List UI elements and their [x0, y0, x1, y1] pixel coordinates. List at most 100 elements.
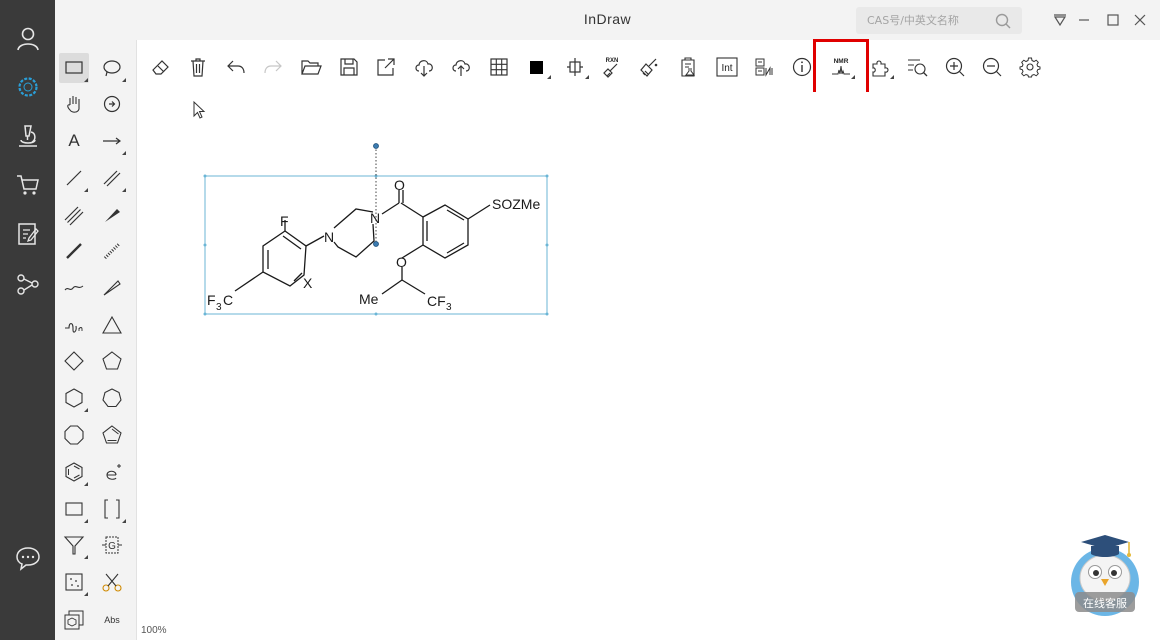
wavy-bond-tool[interactable] [59, 273, 89, 303]
double-bond-icon [103, 170, 121, 187]
zoom-out-button[interactable] [978, 53, 1006, 81]
lasso-select-tool[interactable] [97, 53, 127, 83]
customer-service-button[interactable] [1067, 530, 1143, 616]
hexagon-icon [65, 388, 83, 408]
minimize-icon[interactable] [1075, 11, 1093, 29]
orbital-tool[interactable] [59, 567, 89, 597]
indraw-app: InDraw A [0, 0, 1160, 640]
rxn-label: RXN [606, 58, 619, 64]
cyclopentadiene-ring-tool[interactable] [97, 420, 127, 450]
hashed-wedge-tool[interactable] [97, 236, 127, 266]
share-module-button[interactable] [8, 264, 48, 304]
export-button[interactable] [372, 53, 400, 81]
atom-n-pyridyl: N [324, 229, 334, 245]
chain-tool[interactable] [59, 310, 89, 340]
search-icon[interactable] [994, 12, 1012, 30]
abs-stereo-tool[interactable]: Abs [97, 605, 127, 635]
notes-module-button[interactable] [8, 214, 48, 254]
shop-module-button[interactable] [8, 165, 48, 205]
bold-bond-tool[interactable] [59, 236, 89, 266]
octagon-ring-tool[interactable] [59, 420, 89, 450]
rectangle-select-tool[interactable] [59, 53, 89, 83]
charge-tool[interactable] [97, 457, 127, 487]
microscope-icon [19, 125, 37, 147]
color-button[interactable] [523, 53, 551, 81]
double-bond-tool[interactable] [97, 163, 127, 193]
wedge-bond-tool[interactable] [97, 200, 127, 230]
hexagon-ring-tool[interactable] [59, 383, 89, 413]
close-icon[interactable] [1131, 11, 1149, 29]
maximize-icon[interactable] [1104, 11, 1122, 29]
single-bond-icon [66, 170, 82, 186]
cloud-download-button[interactable] [410, 53, 438, 81]
zoom-in-button[interactable] [941, 53, 969, 81]
eraser-button[interactable] [147, 53, 175, 81]
dropdown-menu-icon[interactable] [1051, 11, 1069, 29]
cloud-upload-button[interactable] [447, 53, 475, 81]
hand-icon [67, 96, 80, 113]
grid-button[interactable] [485, 53, 513, 81]
draw-module-button[interactable] [8, 67, 48, 107]
info-button[interactable] [788, 53, 816, 81]
pentagon-ring-tool[interactable] [97, 346, 127, 376]
rotation-handle[interactable] [373, 143, 379, 149]
pentagon-icon [102, 351, 122, 370]
nmr-prediction-button[interactable]: NMR [827, 53, 855, 81]
heptagon-ring-tool[interactable] [97, 383, 127, 413]
arrow-tool[interactable] [97, 126, 127, 156]
clipboard-chemistry-button[interactable] [674, 53, 702, 81]
owl-mascot-icon [1071, 535, 1139, 616]
undo-button[interactable] [222, 53, 250, 81]
search-box [856, 7, 1022, 34]
user-account-button[interactable] [8, 18, 48, 58]
lab-module-button[interactable] [8, 116, 48, 156]
delete-button[interactable] [184, 53, 212, 81]
zoom-in-icon [945, 57, 965, 77]
square-ring-tool[interactable] [59, 346, 89, 376]
template-tool[interactable] [59, 605, 89, 635]
hollow-wedge-icon [103, 280, 121, 296]
triangle-ring-tool[interactable] [97, 310, 127, 340]
align-button[interactable] [561, 53, 589, 81]
benzene-ring-tool[interactable] [59, 457, 89, 487]
center-handle[interactable] [373, 241, 379, 247]
atom-n-amide: N [370, 210, 380, 226]
triple-bond-tool[interactable] [59, 200, 89, 230]
plugin-button[interactable] [866, 53, 894, 81]
template-stack-icon [64, 610, 84, 630]
bracket-tool[interactable] [97, 494, 127, 524]
chat-bubble-icon [16, 547, 40, 571]
left-rail [0, 0, 55, 640]
grid-icon [490, 58, 508, 76]
hand-pan-tool[interactable] [59, 89, 89, 119]
molecule-ring-icon [18, 77, 38, 97]
mouse-cursor-icon [193, 100, 206, 119]
name-to-structure-button[interactable] [750, 53, 778, 81]
cf3-right-subscript: 3 [446, 302, 452, 313]
info-icon [792, 57, 812, 77]
brush-icon [640, 58, 658, 77]
integral-button[interactable]: Int [713, 53, 741, 81]
bracket-icon [104, 499, 120, 519]
rotate-tool[interactable] [97, 89, 127, 119]
settings-button[interactable] [1016, 53, 1044, 81]
redo-button[interactable] [259, 53, 287, 81]
single-bond-tool[interactable] [59, 163, 89, 193]
structure-search-button[interactable] [903, 53, 931, 81]
save-button[interactable] [335, 53, 363, 81]
open-file-button[interactable] [297, 53, 325, 81]
cut-tool[interactable] [97, 567, 127, 597]
export-icon [377, 58, 395, 76]
chat-button[interactable] [8, 538, 48, 578]
zoom-out-icon [982, 57, 1002, 77]
hollow-wedge-tool[interactable] [97, 273, 127, 303]
group-tool[interactable]: G [97, 530, 127, 560]
search-input[interactable] [856, 7, 996, 34]
clean-structure-button[interactable] [636, 53, 664, 81]
network-icon [17, 274, 39, 295]
text-tool[interactable]: A [59, 126, 89, 156]
rectangle-shape-tool[interactable] [59, 494, 89, 524]
clean-reaction-button[interactable]: RXN [598, 53, 626, 81]
drawing-canvas[interactable]: F N N O O X SOZMe Me CF 3 F 3 C [137, 92, 1160, 640]
glassware-tool[interactable] [59, 530, 89, 560]
